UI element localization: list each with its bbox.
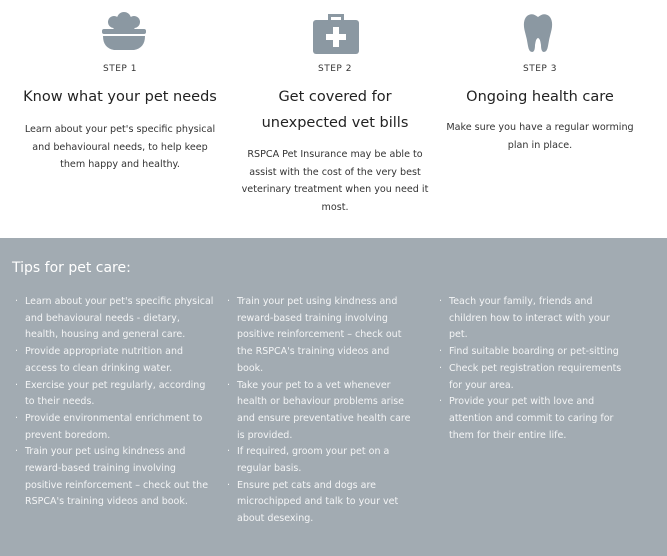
tips-section: Tips for pet care: Learn about your pet'… (0, 238, 667, 556)
tips-column-3: Teach your family, friends and children … (439, 294, 629, 444)
tip-item: Provide your pet with love and attention… (439, 394, 629, 444)
step-3-title: Ongoing health care (466, 89, 614, 105)
step-3-number: STEP 3 (523, 64, 557, 74)
step-1-title: Know what your pet needs (23, 89, 217, 105)
step-1-number: STEP 1 (103, 64, 137, 74)
step-2-description: RSPCA Pet Insurance may be able to assis… (241, 149, 429, 213)
tip-item: Teach your family, friends and children … (439, 294, 629, 344)
step-2-number: STEP 2 (318, 64, 352, 74)
tips-column-1: Learn about your pet's specific physical… (15, 294, 215, 511)
pet-bowl-icon (102, 12, 146, 50)
tips-column-2: Train your pet using kindness and reward… (227, 294, 417, 528)
first-aid-kit-icon (313, 14, 359, 54)
tip-item: Train your pet using kindness and reward… (227, 294, 417, 378)
step-2-title: Get covered for unexpected vet bills (261, 89, 409, 131)
step-3-description: Make sure you have a regular worming pla… (446, 122, 634, 151)
tip-item: Provide appropriate nutrition and access… (15, 344, 215, 377)
tip-item: Exercise your pet regularly, according t… (15, 378, 215, 411)
tip-item: Ensure pet cats and dogs are microchippe… (227, 478, 417, 528)
tip-item: If required, groom your pet on a regular… (227, 444, 417, 477)
steps-section: STEP 1 Know what your pet needs Learn ab… (0, 0, 667, 238)
tooth-icon (523, 14, 553, 53)
tip-item: Provide environmental enrichment to prev… (15, 411, 215, 444)
tip-item: Learn about your pet's specific physical… (15, 294, 215, 344)
step-1-description: Learn about your pet's specific physical… (24, 124, 216, 170)
tip-item: Train your pet using kindness and reward… (15, 444, 215, 511)
tip-item: Find suitable boarding or pet-sitting (439, 344, 629, 361)
tip-item: Take your pet to a vet whenever health o… (227, 378, 417, 445)
tip-item: Check pet registration requirements for … (439, 361, 629, 394)
tips-title: Tips for pet care: (12, 260, 131, 276)
